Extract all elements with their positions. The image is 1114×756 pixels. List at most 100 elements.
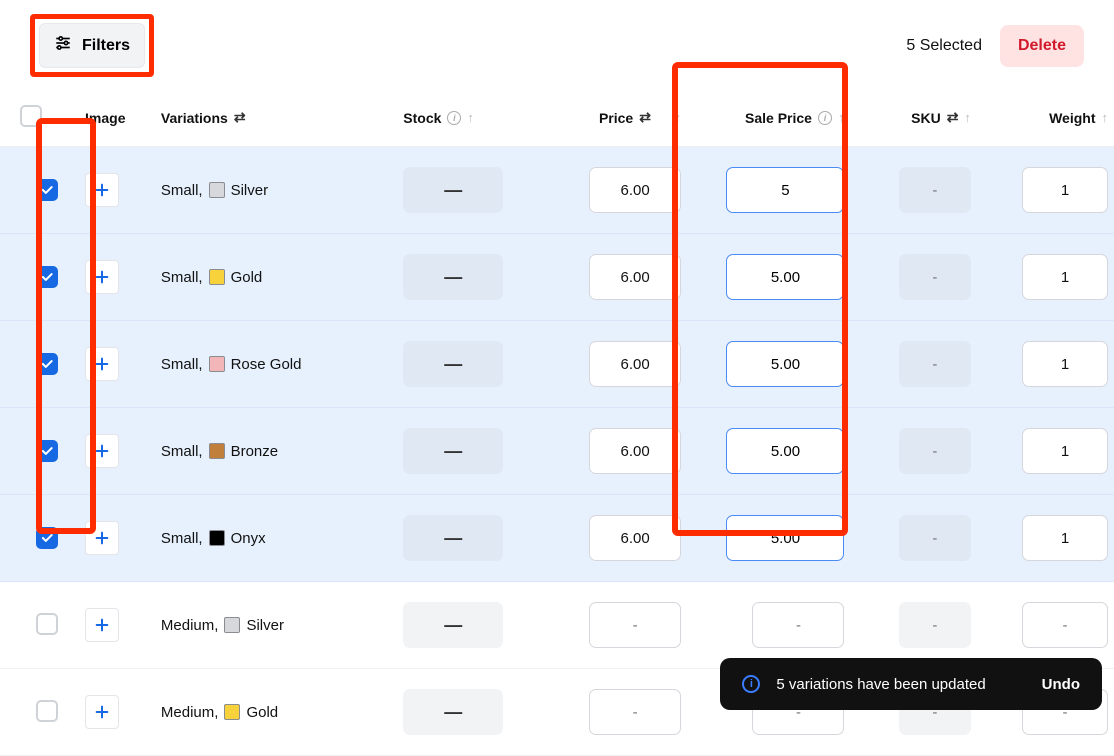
row-checkbox[interactable]: [36, 440, 58, 462]
delete-button[interactable]: Delete: [1000, 25, 1084, 67]
variation-color: Gold: [246, 704, 278, 721]
col-variations[interactable]: Variations: [161, 110, 228, 126]
table-row[interactable]: Small,Silver —: [0, 147, 1114, 234]
variation-color: Silver: [246, 617, 284, 634]
sale-price-input[interactable]: [726, 254, 844, 300]
add-image-button[interactable]: [85, 521, 119, 555]
col-stock[interactable]: Stock: [403, 110, 441, 126]
sale-price-input[interactable]: [726, 515, 844, 561]
table-row[interactable]: Small, Bronze —: [0, 408, 1114, 495]
table-row[interactable]: Small, Gold —: [0, 234, 1114, 321]
col-sale-price[interactable]: Sale Price: [745, 110, 812, 126]
weight-input[interactable]: [1022, 167, 1108, 213]
row-checkbox[interactable]: [36, 353, 58, 375]
row-checkbox[interactable]: [36, 700, 58, 722]
sort-up-icon[interactable]: ↑: [675, 110, 682, 125]
variation-color: Rose Gold: [231, 356, 302, 373]
sort-up-icon[interactable]: ↑: [838, 110, 845, 125]
stock-cell[interactable]: —: [403, 167, 503, 213]
row-checkbox[interactable]: [36, 266, 58, 288]
variation-size: Small,: [161, 443, 203, 460]
stock-cell[interactable]: —: [403, 428, 503, 474]
variation-label: Small,Silver: [161, 182, 391, 199]
table-row[interactable]: Medium, Silver —: [0, 582, 1114, 669]
sku-input[interactable]: [899, 515, 971, 561]
undo-button[interactable]: Undo: [1042, 676, 1080, 693]
row-checkbox[interactable]: [36, 179, 58, 201]
col-price[interactable]: Price: [599, 110, 633, 126]
variation-size: Small,: [161, 269, 203, 286]
variation-color: Silver: [231, 182, 269, 199]
swap-icon[interactable]: ⇄: [639, 109, 651, 126]
filters-button[interactable]: Filters: [39, 23, 145, 68]
sku-input[interactable]: [899, 167, 971, 213]
sale-price-input[interactable]: [752, 602, 844, 648]
sliders-icon: [54, 34, 72, 57]
variation-size: Small,: [161, 530, 203, 547]
price-input[interactable]: [589, 341, 681, 387]
color-swatch: [209, 443, 225, 459]
table-row[interactable]: Small,Onyx —: [0, 495, 1114, 582]
col-weight[interactable]: Weight: [1049, 110, 1095, 126]
sale-price-input[interactable]: [726, 167, 844, 213]
add-image-button[interactable]: [85, 608, 119, 642]
price-input[interactable]: [589, 689, 681, 735]
stock-cell[interactable]: —: [403, 515, 503, 561]
sort-up-icon[interactable]: ↑: [964, 110, 971, 125]
sku-input[interactable]: [899, 341, 971, 387]
toast-message: 5 variations have been updated: [776, 676, 985, 693]
color-swatch: [209, 356, 225, 372]
variation-label: Small, Rose Gold: [161, 356, 391, 373]
stock-cell[interactable]: —: [403, 602, 503, 648]
stock-cell[interactable]: —: [403, 341, 503, 387]
variation-color: Gold: [231, 269, 263, 286]
row-checkbox[interactable]: [36, 613, 58, 635]
price-input[interactable]: [589, 515, 681, 561]
price-input[interactable]: [589, 428, 681, 474]
price-input[interactable]: [589, 254, 681, 300]
variation-color: Bronze: [231, 443, 279, 460]
color-swatch: [209, 269, 225, 285]
weight-input[interactable]: [1022, 254, 1108, 300]
weight-input[interactable]: [1022, 602, 1108, 648]
weight-input[interactable]: [1022, 515, 1108, 561]
col-image: Image: [85, 110, 125, 126]
selected-count: 5 Selected: [906, 37, 982, 55]
stock-cell[interactable]: —: [403, 254, 503, 300]
table-row[interactable]: Small, Rose Gold —: [0, 321, 1114, 408]
color-swatch: [209, 530, 225, 546]
variation-label: Medium, Silver: [161, 617, 391, 634]
weight-input[interactable]: [1022, 341, 1108, 387]
info-icon[interactable]: i: [818, 111, 832, 125]
swap-icon[interactable]: ⇄: [947, 109, 959, 126]
variations-table: Image Variations ⇄ Stock i ↑ Price ⇄: [0, 95, 1114, 756]
add-image-button[interactable]: [85, 260, 119, 294]
col-sku[interactable]: SKU: [911, 110, 941, 126]
color-swatch: [224, 617, 240, 633]
variation-size: Medium,: [161, 617, 219, 634]
price-input[interactable]: [589, 602, 681, 648]
sale-price-input[interactable]: [726, 428, 844, 474]
sale-price-input[interactable]: [726, 341, 844, 387]
info-icon[interactable]: i: [447, 111, 461, 125]
sort-up-icon[interactable]: ↑: [1102, 110, 1109, 125]
variation-label: Small, Gold: [161, 269, 391, 286]
sku-input[interactable]: [899, 428, 971, 474]
price-input[interactable]: [589, 167, 681, 213]
add-image-button[interactable]: [85, 695, 119, 729]
weight-input[interactable]: [1022, 428, 1108, 474]
variation-size: Small,: [161, 356, 203, 373]
stock-cell[interactable]: —: [403, 689, 503, 735]
add-image-button[interactable]: [85, 347, 119, 381]
sku-input[interactable]: [899, 254, 971, 300]
color-swatch: [209, 182, 225, 198]
sort-up-icon[interactable]: ↑: [467, 110, 474, 125]
swap-icon[interactable]: ⇄: [234, 109, 246, 126]
row-checkbox[interactable]: [36, 527, 58, 549]
select-all-checkbox[interactable]: [20, 105, 42, 127]
variation-label: Small,Onyx: [161, 530, 391, 547]
add-image-button[interactable]: [85, 173, 119, 207]
sku-input[interactable]: [899, 602, 971, 648]
add-image-button[interactable]: [85, 434, 119, 468]
color-swatch: [224, 704, 240, 720]
